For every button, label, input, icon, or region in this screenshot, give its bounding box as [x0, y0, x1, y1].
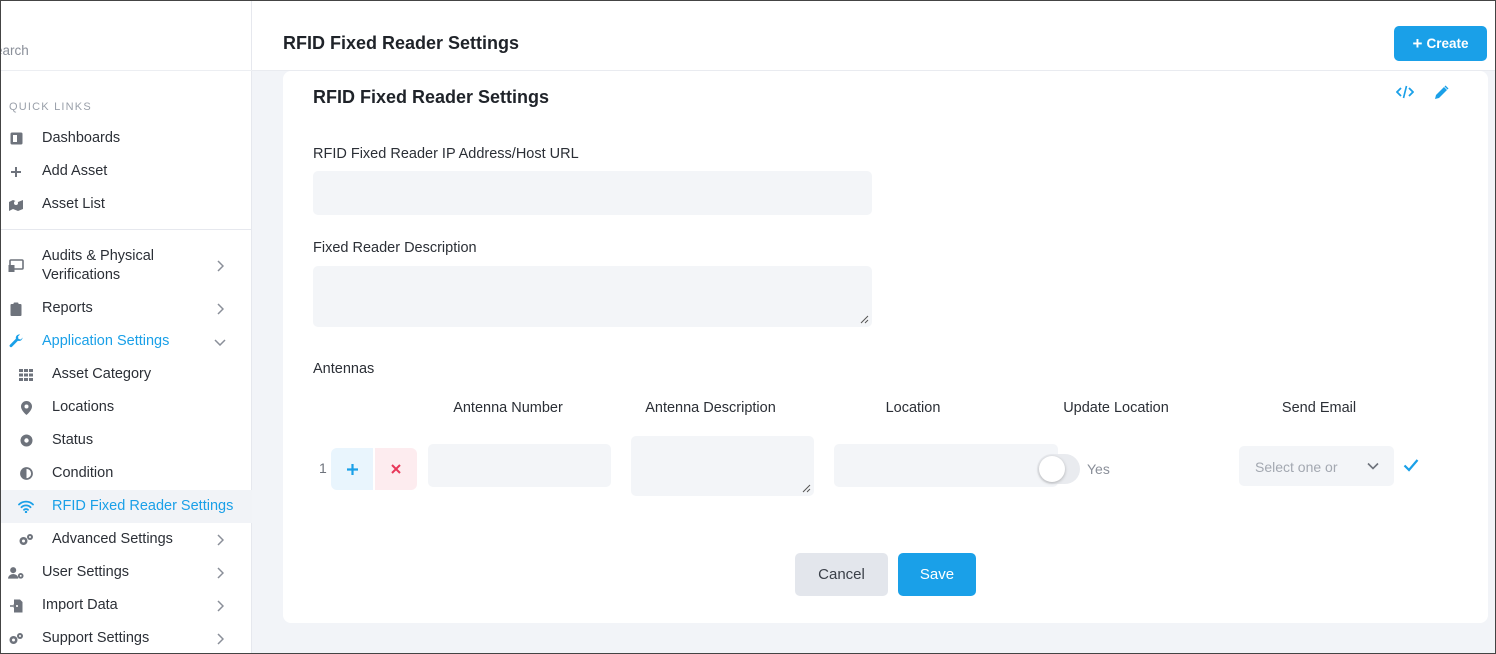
- plus-icon: +: [1412, 34, 1423, 53]
- column-header-update-location: Update Location: [1063, 400, 1169, 416]
- sidebar-item-status[interactable]: Status: [1, 424, 252, 457]
- column-header-antenna-number: Antenna Number: [453, 400, 563, 416]
- sidebar-item-label: Application Settings: [42, 333, 170, 349]
- send-email-placeholder: Select one or: [1255, 459, 1338, 475]
- sidebar-item-label: Support Settings: [42, 630, 150, 646]
- location-input[interactable]: [834, 444, 1058, 487]
- chevron-right-icon: [214, 260, 226, 272]
- sidebar-item-label: Asset Category: [52, 366, 152, 382]
- antenna-description-textarea[interactable]: [631, 436, 814, 496]
- remove-row-button[interactable]: [375, 448, 417, 490]
- close-icon: [391, 464, 401, 474]
- cogs-icon: [8, 631, 24, 647]
- update-location-label: Yes: [1087, 461, 1110, 477]
- code-icon[interactable]: [1395, 83, 1415, 101]
- dashboard-icon: [8, 131, 24, 147]
- plus-icon: [346, 463, 358, 475]
- wifi-icon: [18, 499, 34, 515]
- sidebar-item-support-settings[interactable]: Support Settings: [1, 622, 252, 653]
- save-button[interactable]: Save: [898, 553, 976, 596]
- resize-handle-icon[interactable]: [802, 484, 811, 493]
- checkmark-icon[interactable]: [1403, 458, 1419, 472]
- create-button[interactable]: + Create: [1394, 26, 1487, 61]
- page-title: RFID Fixed Reader Settings: [283, 33, 520, 53]
- sidebar-item-label: Asset List: [42, 196, 105, 212]
- sidebar-item-label: Import Data: [42, 597, 118, 613]
- cogs-icon: [18, 532, 34, 548]
- sidebar-search[interactable]: earch: [1, 29, 252, 71]
- chevron-right-icon: [214, 599, 226, 612]
- cancel-button[interactable]: Cancel: [795, 553, 888, 596]
- chevron-right-icon: [214, 302, 226, 315]
- sidebar-item-asset-category[interactable]: Asset Category: [1, 358, 252, 391]
- chevron-right-icon: [214, 566, 226, 579]
- chevron-down-icon: [214, 336, 226, 348]
- settings-card: RFID Fixed Reader Settings RFID Fixed Re…: [283, 71, 1488, 623]
- import-icon: [8, 598, 24, 614]
- location-pin-icon: [18, 400, 34, 416]
- clipboard-icon: [8, 301, 24, 317]
- column-header-antenna-description: Antenna Description: [645, 400, 776, 416]
- description-textarea[interactable]: [313, 266, 872, 327]
- sidebar-item-label: Locations: [52, 399, 115, 415]
- chevron-down-icon: [1367, 462, 1379, 470]
- column-header-send-email: Send Email: [1281, 400, 1357, 416]
- grid-icon: [18, 367, 34, 383]
- sidebar-item-application-settings[interactable]: Application Settings: [1, 325, 252, 358]
- column-header-location: Location: [885, 400, 941, 416]
- sidebar-item-label: User Settings: [42, 564, 130, 580]
- description-label: Fixed Reader Description: [313, 240, 477, 256]
- add-row-button[interactable]: [331, 448, 373, 490]
- sidebar-item-user-settings[interactable]: User Settings: [1, 556, 252, 589]
- user-cog-icon: [8, 565, 24, 581]
- sidebar: earch QUICK LINKS Dashboards Add Asset A…: [1, 1, 252, 653]
- sidebar-item-add-asset[interactable]: Add Asset: [1, 155, 252, 188]
- resize-handle-icon[interactable]: [860, 315, 869, 324]
- app-window: earch QUICK LINKS Dashboards Add Asset A…: [0, 0, 1496, 654]
- row-index: 1: [319, 460, 327, 476]
- sidebar-item-dashboards[interactable]: Dashboards: [1, 122, 252, 155]
- update-location-toggle[interactable]: [1037, 454, 1080, 484]
- sidebar-item-label: Advanced Settings: [52, 531, 173, 547]
- search-input[interactable]: earch: [1, 43, 29, 58]
- sidebar-item-label: Condition: [52, 465, 114, 481]
- sidebar-item-rfid-fixed-reader-settings[interactable]: RFID Fixed Reader Settings: [1, 490, 252, 523]
- ip-address-input[interactable]: [313, 171, 872, 215]
- sidebar-item-label: Status: [52, 432, 94, 448]
- quick-links-title: QUICK LINKS: [9, 101, 92, 113]
- half-circle-icon: [18, 466, 34, 482]
- status-dot-icon: [18, 433, 34, 449]
- card-title: RFID Fixed Reader Settings: [313, 87, 550, 107]
- pencil-icon[interactable]: [1431, 83, 1451, 101]
- plus-icon: [8, 164, 24, 180]
- sidebar-item-label: RFID Fixed Reader Settings: [52, 498, 234, 514]
- sidebar-item-audits[interactable]: Audits & Physical Verifications: [1, 247, 252, 285]
- sidebar-item-advanced-settings[interactable]: Advanced Settings: [1, 523, 252, 556]
- map-icon: [8, 197, 24, 213]
- sidebar-item-label: Dashboards: [42, 130, 121, 146]
- create-button-label: Create: [1426, 36, 1469, 51]
- sidebar-item-reports[interactable]: Reports: [1, 292, 252, 325]
- antennas-label: Antennas: [313, 361, 375, 377]
- antenna-number-input[interactable]: [428, 444, 611, 487]
- wrench-icon: [8, 334, 24, 350]
- ip-address-label: RFID Fixed Reader IP Address/Host URL: [313, 146, 579, 162]
- sidebar-item-label: Audits & Physical Verifications: [42, 248, 155, 283]
- sidebar-item-import-data[interactable]: Import Data: [1, 589, 252, 622]
- audit-icon: [8, 258, 24, 274]
- sidebar-item-label: Reports: [42, 300, 93, 316]
- page-header: RFID Fixed Reader Settings + Create: [252, 1, 1495, 71]
- sidebar-divider: [1, 229, 252, 230]
- sidebar-item-label: Add Asset: [42, 163, 108, 179]
- sidebar-item-condition[interactable]: Condition: [1, 457, 252, 490]
- sidebar-item-asset-list[interactable]: Asset List: [1, 188, 252, 221]
- chevron-right-icon: [214, 632, 226, 645]
- chevron-right-icon: [214, 533, 226, 546]
- sidebar-item-locations[interactable]: Locations: [1, 391, 252, 424]
- send-email-select[interactable]: Select one or: [1239, 446, 1394, 486]
- toggle-knob: [1039, 456, 1065, 482]
